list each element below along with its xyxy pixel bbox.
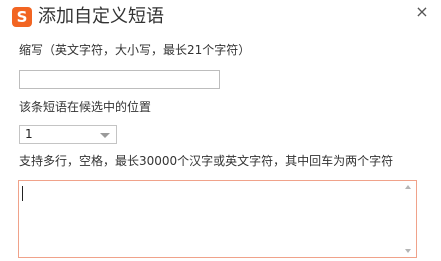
add-custom-phrase-dialog: S 添加自定义短语 × 缩写（英文字符，大小写，最长21个字符） 该条短语在候选…: [0, 0, 441, 261]
abbreviation-input[interactable]: [19, 70, 220, 89]
scroll-up-arrow-icon[interactable]: [405, 185, 411, 189]
position-label: 该条短语在候选中的位置: [19, 100, 152, 114]
close-icon[interactable]: ×: [413, 3, 431, 21]
text-caret: [22, 186, 23, 201]
dialog-title: 添加自定义短语: [38, 6, 164, 27]
scroll-down-arrow-icon[interactable]: [405, 249, 411, 253]
position-selected-value: 1: [25, 127, 33, 141]
sogou-logo-icon: S: [12, 7, 32, 27]
position-dropdown[interactable]: 1: [19, 125, 117, 144]
chevron-down-icon[interactable]: [100, 133, 110, 138]
abbreviation-label: 缩写（英文字符，大小写，最长21个字符）: [19, 43, 251, 57]
vertical-scrollbar[interactable]: [401, 181, 416, 257]
phrase-content-textarea[interactable]: [18, 180, 417, 258]
content-label: 支持多行，空格，最长30000个汉字或英文字符，其中回车为两个字符: [19, 154, 394, 168]
title-bar[interactable]: S 添加自定义短语 ×: [0, 0, 441, 36]
